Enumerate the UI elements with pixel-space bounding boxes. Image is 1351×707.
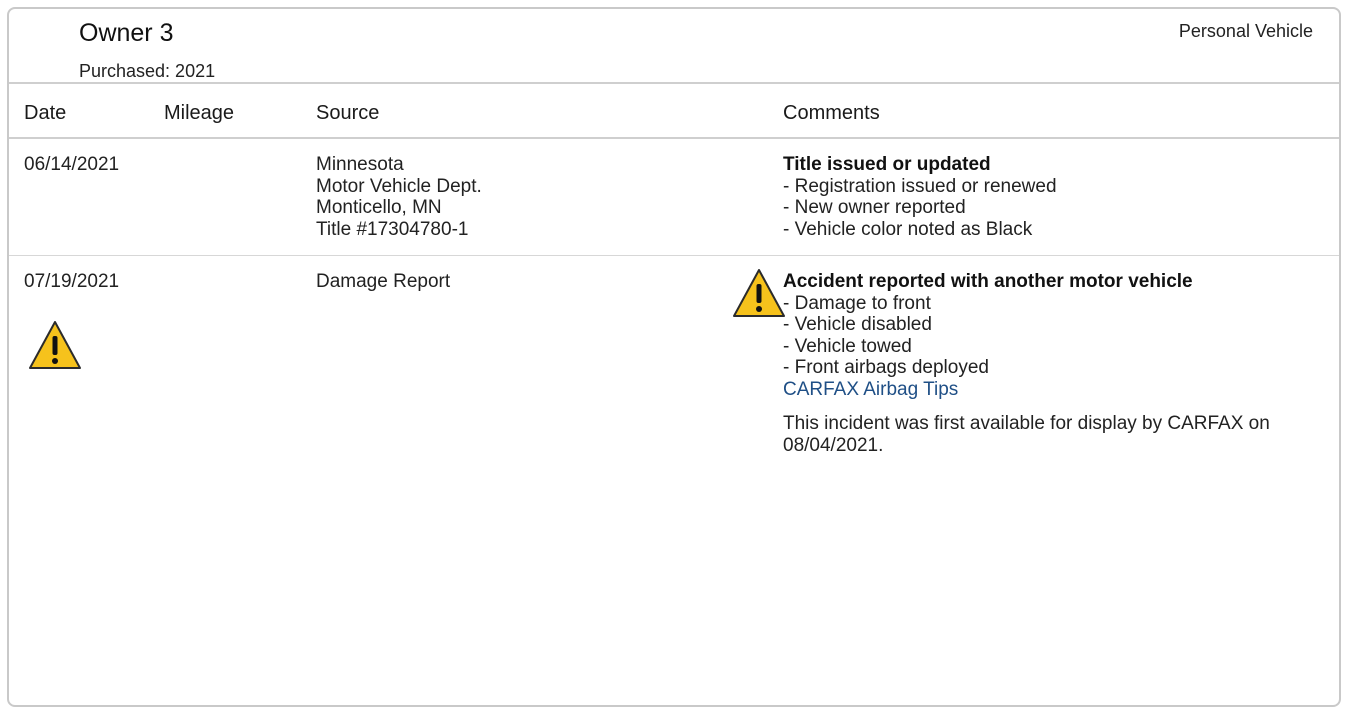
vehicle-usage-type: Personal Vehicle (1178, 21, 1313, 41)
carfax-airbag-tips-link[interactable]: CARFAX Airbag Tips (783, 379, 1283, 401)
row-comments: Title issued or updated - Registration i… (783, 154, 1057, 240)
incident-display-note: This incident was first available for di… (783, 413, 1270, 456)
comment-line: - Damage to front (783, 292, 931, 314)
owner-history-card: Owner 3 Purchased: 2021 Personal Vehicle… (7, 7, 1341, 707)
row-date: 06/14/2021 (24, 154, 120, 175)
purchased-year: Purchased: 2021 (79, 61, 216, 81)
column-header-comments: Comments (783, 102, 880, 124)
comment-line: - Vehicle color noted as Black (783, 218, 1033, 240)
column-header-mileage: Mileage (164, 102, 235, 124)
source-line: Title #17304780-1 (316, 218, 469, 240)
source-line: Damage Report (316, 271, 451, 292)
comment-line: - New owner reported (783, 197, 966, 218)
row-date: 07/19/2021 (24, 271, 120, 292)
comment-title: Accident reported with another motor veh… (783, 271, 1193, 292)
warning-icon (29, 321, 81, 369)
owner-header: Owner 3 Purchased: 2021 Personal Vehicle (9, 9, 1339, 84)
source-line: Motor Vehicle Dept. (316, 175, 482, 197)
comment-title: Title issued or updated (783, 154, 991, 175)
comment-line: - Registration issued or renewed (783, 175, 1057, 197)
row-source: Damage Report (316, 271, 450, 293)
owner-title: Owner 3 (79, 19, 174, 47)
row-divider (9, 255, 1339, 256)
column-header-date: Date (24, 102, 67, 124)
comment-line: - Vehicle towed (783, 335, 912, 357)
row-source: Minnesota Motor Vehicle Dept. Monticello… (316, 154, 482, 240)
warning-icon (733, 269, 785, 317)
comment-line: - Vehicle disabled (783, 314, 932, 335)
table-header-divider (9, 137, 1339, 139)
row-comments: Accident reported with another motor veh… (783, 271, 1283, 456)
header-divider (9, 82, 1339, 84)
column-header-source: Source (316, 102, 380, 124)
source-line: Minnesota (316, 154, 404, 175)
source-line: Monticello, MN (316, 197, 442, 218)
comment-line: - Front airbags deployed (783, 357, 989, 378)
